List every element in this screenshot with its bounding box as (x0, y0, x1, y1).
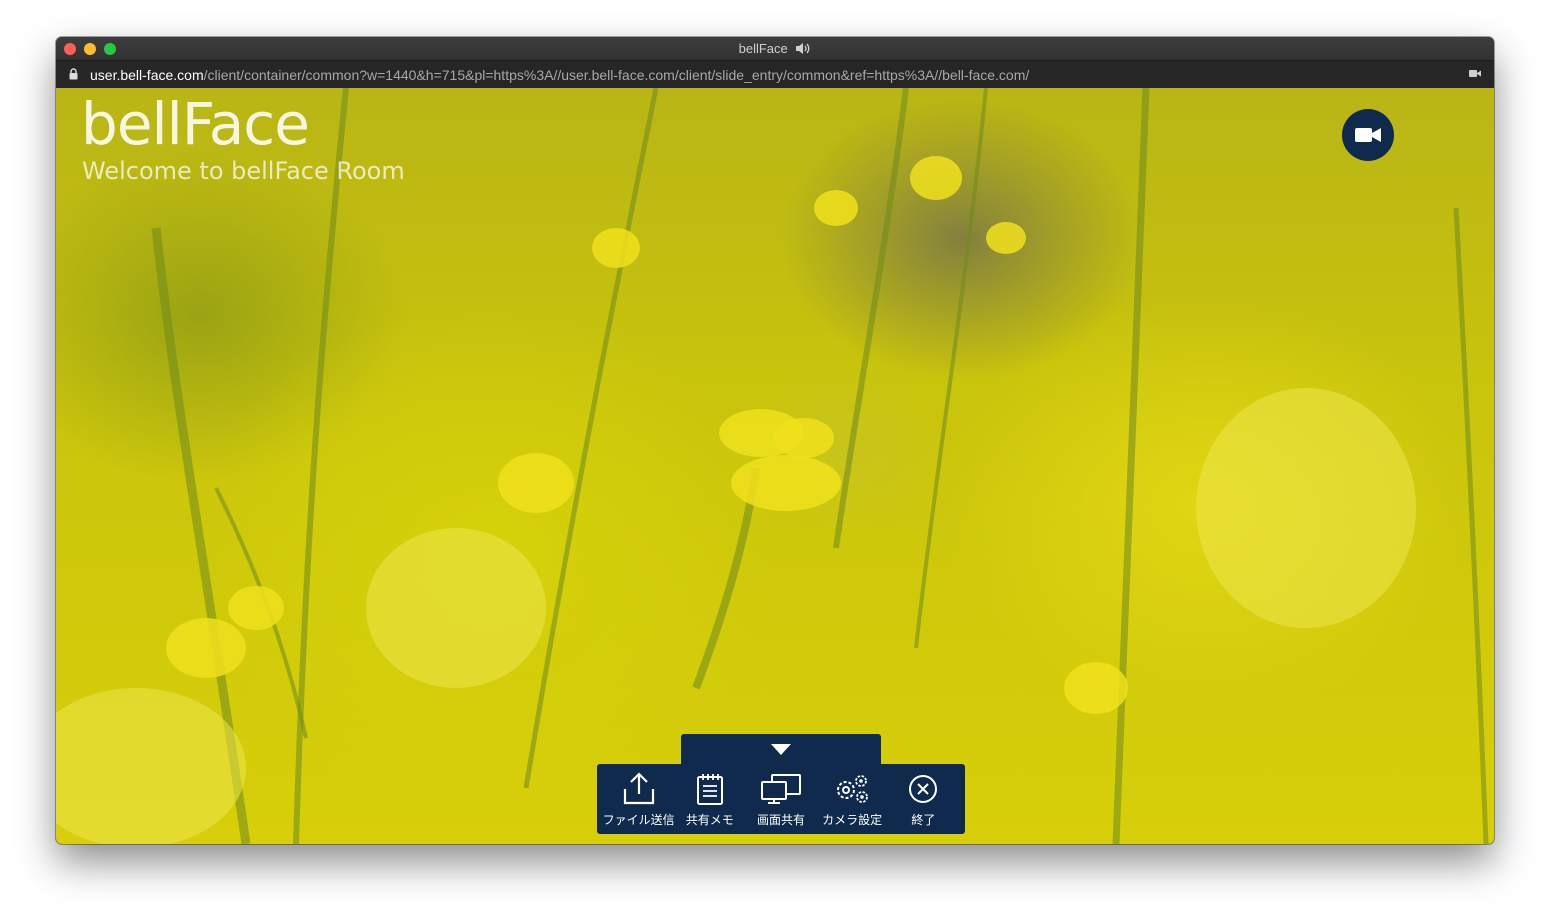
lock-icon (69, 68, 78, 80)
camera-toggle-button[interactable] (1342, 109, 1394, 161)
bellface-logo: bellFace (81, 90, 310, 158)
end-session-button[interactable]: 終了 (888, 764, 958, 828)
welcome-message: Welcome to bellFace Room (82, 157, 405, 185)
clipboard-icon (696, 774, 723, 805)
end-session-label: 終了 (911, 813, 936, 827)
close-circle-icon (909, 775, 938, 803)
camera-settings-button[interactable]: カメラ設定 (817, 764, 887, 828)
screen-share-icon (760, 774, 801, 804)
title-bar: bellFace (56, 37, 1494, 61)
flower-background-image (56, 88, 1489, 844)
browser-window: bellFace user.bell-face.com/client/conta… (56, 37, 1494, 844)
window-title-text: bellFace (738, 41, 788, 56)
window-title: bellFace (56, 41, 1494, 56)
camera-settings-label: カメラ設定 (822, 813, 883, 827)
room-background: bellFace Welcome to bellFace Room ファイル送信 (56, 88, 1494, 844)
screen-share-label: 画面共有 (756, 813, 805, 827)
url-text[interactable]: user.bell-face.com/client/container/comm… (90, 67, 1029, 83)
gears-icon (837, 775, 869, 803)
url-path: /client/container/common?w=1440&h=715&pl… (203, 67, 1030, 83)
camera-indicator-icon (1469, 70, 1481, 77)
upload-icon (623, 772, 654, 805)
screen-share-button[interactable]: 画面共有 (746, 764, 816, 828)
file-send-button[interactable]: ファイル送信 (602, 764, 675, 828)
room-toolbar: ファイル送信 共有メモ 画面共有 カメラ設定 終了 (597, 764, 965, 834)
file-send-label: ファイル送信 (602, 813, 675, 827)
chevron-down-icon (771, 743, 791, 755)
address-bar[interactable]: user.bell-face.com/client/container/comm… (56, 61, 1494, 88)
video-camera-icon (1355, 128, 1381, 142)
shared-memo-button[interactable]: 共有メモ (675, 764, 745, 828)
speaker-icon (796, 43, 810, 54)
shared-memo-label: 共有メモ (685, 813, 734, 827)
url-host: user.bell-face.com (90, 67, 204, 83)
toolbar-collapse-button[interactable] (681, 734, 881, 764)
